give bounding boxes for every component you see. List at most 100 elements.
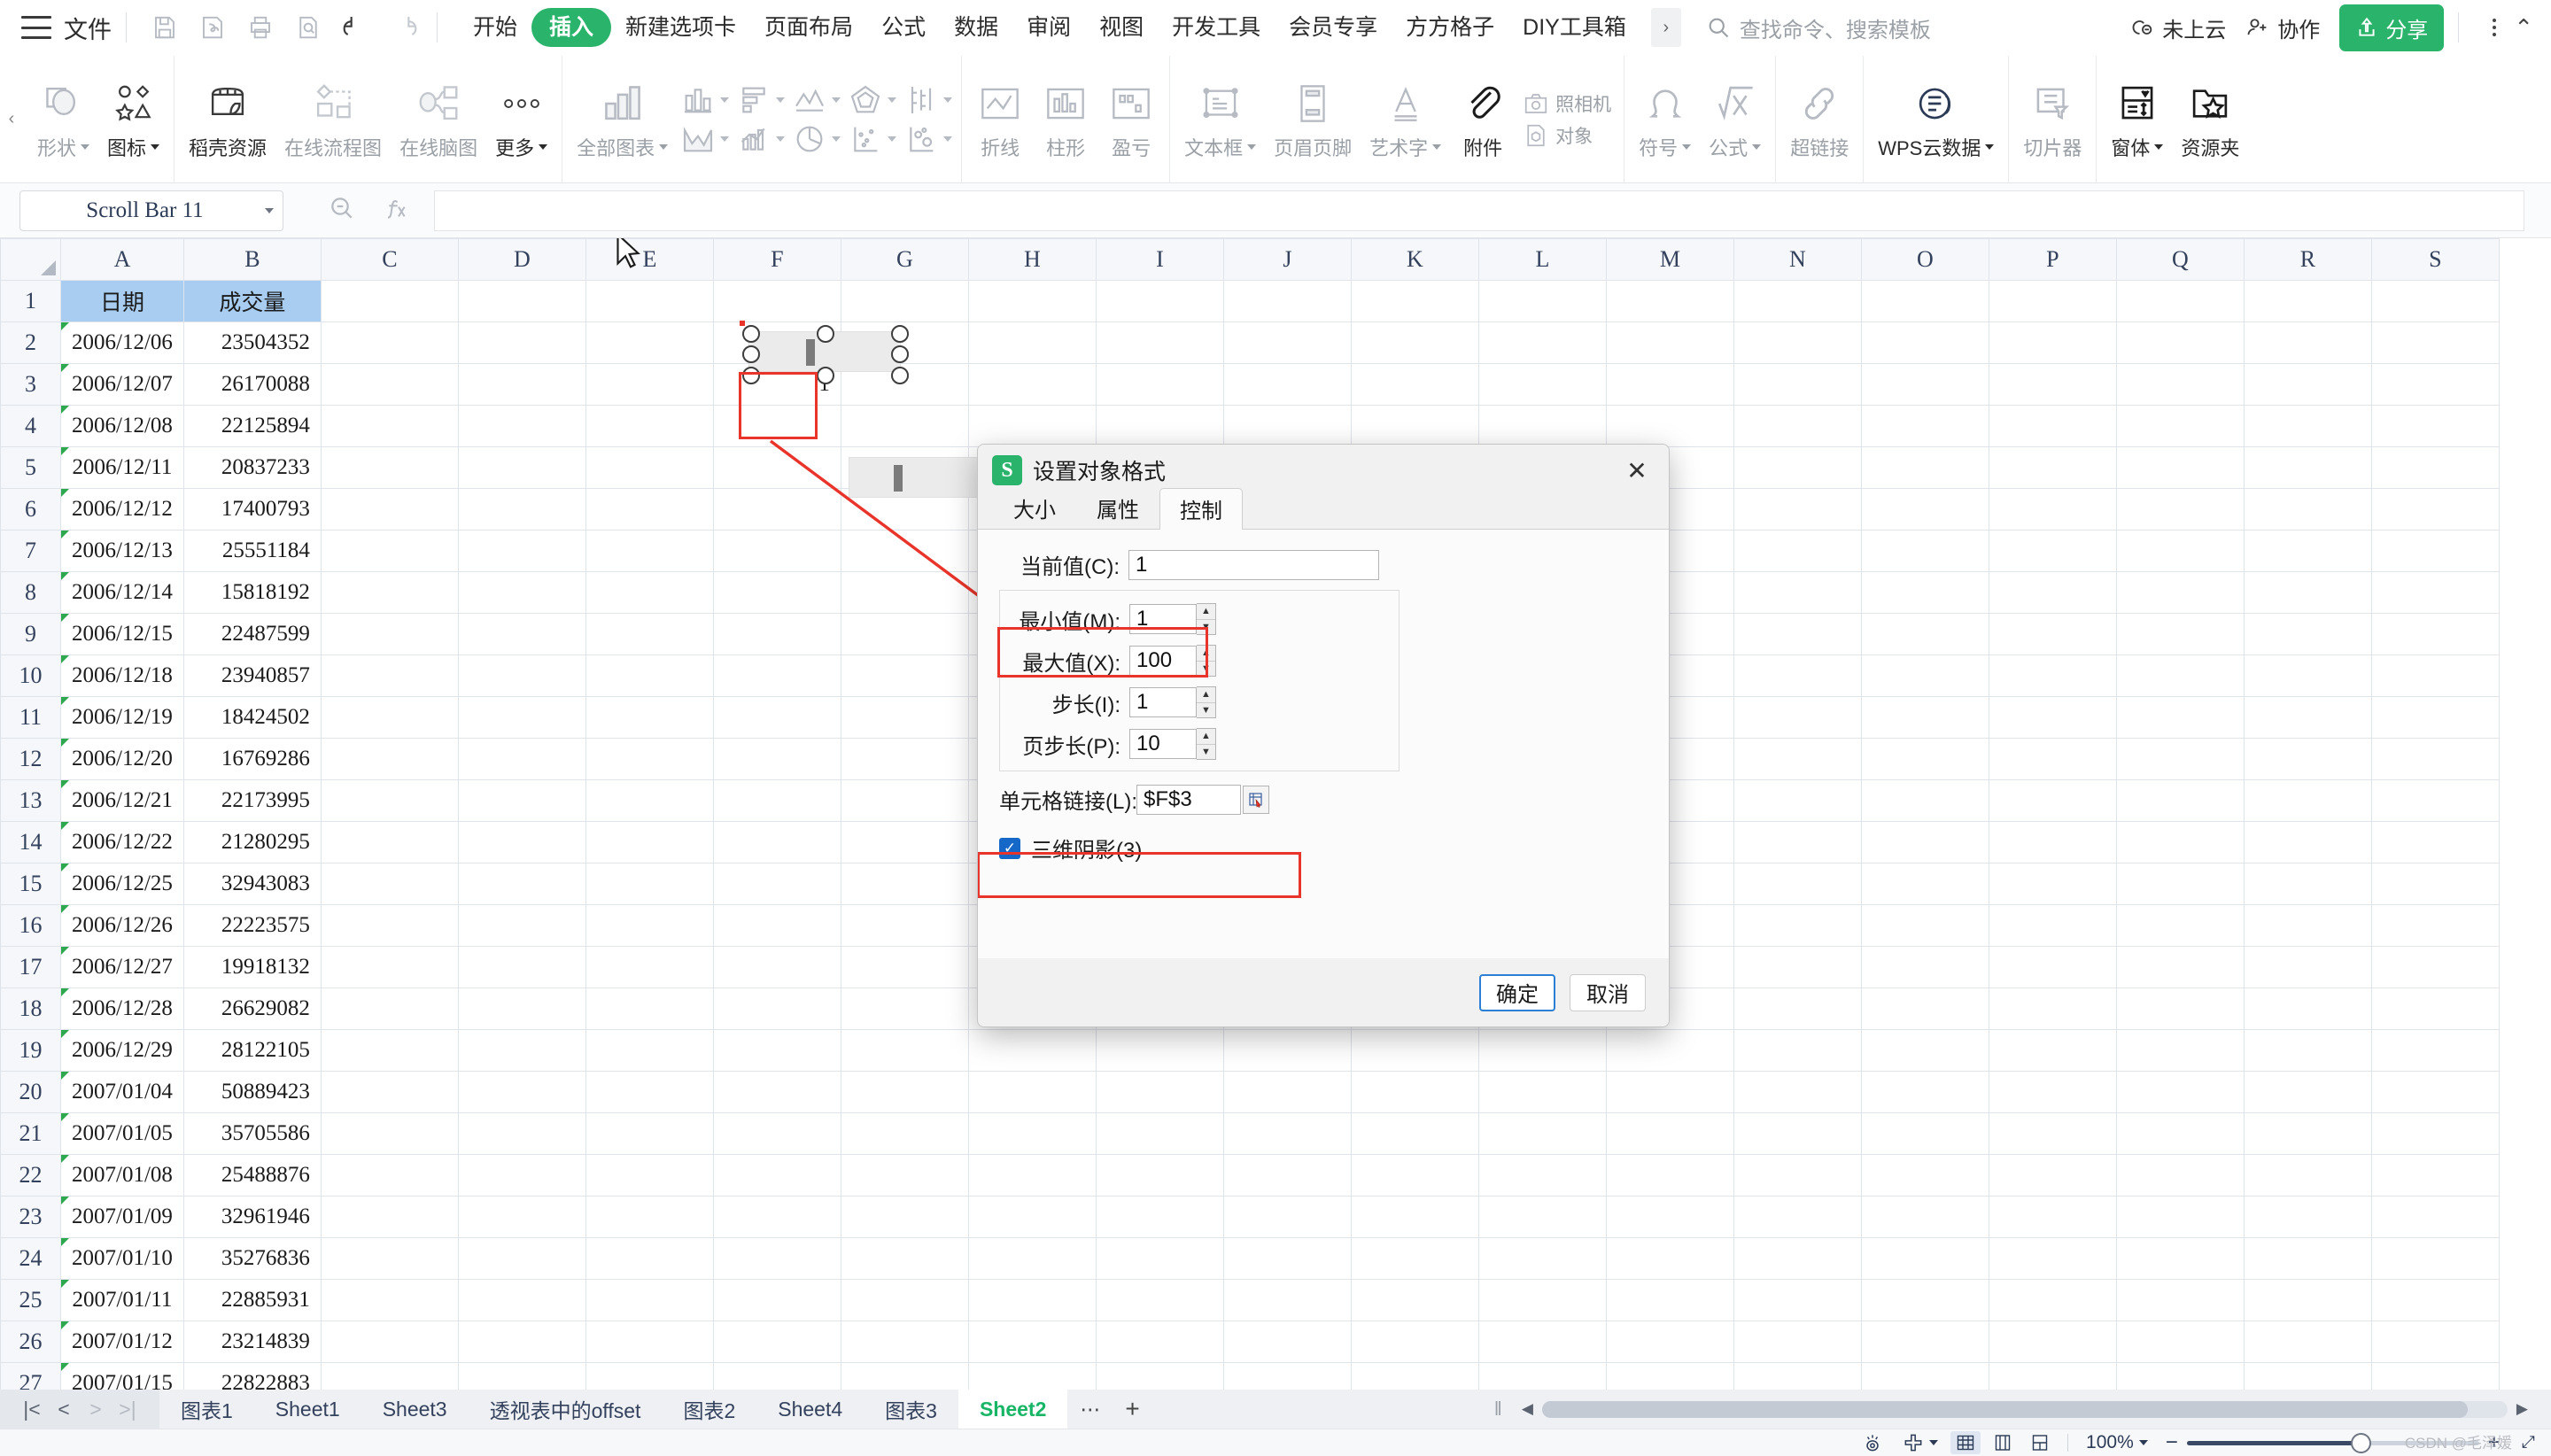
cell-volume[interactable]: 22487599 — [182, 613, 322, 655]
cell-empty[interactable] — [1350, 1154, 1479, 1197]
cell-empty[interactable] — [320, 987, 459, 1030]
cell-empty[interactable] — [2115, 821, 2245, 864]
cell-empty[interactable] — [1222, 1071, 1352, 1113]
cell-empty[interactable] — [1860, 696, 1989, 739]
sheet-tab-sheet2[interactable]: Sheet2 — [958, 1390, 1068, 1429]
cell-empty[interactable] — [712, 613, 841, 655]
cell-empty[interactable] — [2243, 738, 2372, 780]
cell-empty[interactable] — [457, 1112, 586, 1155]
cell-empty[interactable] — [2115, 1279, 2245, 1321]
cell-date[interactable]: 2007/01/15 — [60, 1362, 184, 1390]
cell-empty[interactable] — [1477, 1279, 1607, 1321]
cell-empty[interactable] — [840, 571, 969, 614]
row-header[interactable]: 1 — [0, 280, 61, 322]
cell-empty[interactable] — [585, 321, 714, 364]
cell-empty[interactable] — [2115, 363, 2245, 406]
cell-empty[interactable] — [1860, 1154, 1989, 1197]
cell-empty[interactable] — [840, 1237, 969, 1280]
cell-volume[interactable]: 25551184 — [182, 530, 322, 572]
cell-empty[interactable] — [1095, 405, 1224, 447]
form-controls-button[interactable]: 窗体 — [2102, 73, 2172, 167]
cell-empty[interactable] — [1222, 1237, 1352, 1280]
print-preview-icon[interactable] — [288, 7, 329, 48]
cell-empty[interactable] — [1605, 1196, 1734, 1238]
row-header[interactable]: 16 — [0, 904, 61, 947]
cell-empty[interactable] — [712, 1154, 841, 1197]
cell-empty[interactable] — [585, 613, 714, 655]
cell-volume[interactable]: 20837233 — [182, 446, 322, 489]
sparkline-winloss-button[interactable]: 盈亏 — [1098, 73, 1164, 167]
cell-empty[interactable] — [840, 530, 969, 572]
cell-empty[interactable] — [585, 1237, 714, 1280]
collaborate-button[interactable]: 协作 — [2245, 12, 2320, 43]
row-header[interactable]: 21 — [0, 1112, 61, 1155]
cell-empty[interactable] — [320, 779, 459, 822]
cell-empty[interactable] — [1860, 613, 1989, 655]
cell-empty[interactable] — [1605, 1320, 1734, 1363]
cell-empty[interactable] — [457, 1071, 586, 1113]
symbol-button[interactable]: 符号 — [1630, 73, 1700, 167]
row-header[interactable]: 8 — [0, 571, 61, 614]
cell-empty[interactable] — [1733, 1029, 1862, 1072]
sheet-tab-sheet4[interactable]: Sheet4 — [756, 1390, 864, 1429]
cell-empty[interactable] — [585, 1154, 714, 1197]
cell-date[interactable]: 2006/12/18 — [60, 654, 184, 697]
combo-chart-button[interactable] — [733, 120, 788, 159]
cell-empty[interactable] — [1477, 1362, 1607, 1390]
cell-empty[interactable] — [457, 571, 586, 614]
cell-empty[interactable] — [1988, 654, 2117, 697]
cell-empty[interactable] — [1733, 821, 1862, 864]
cell-empty[interactable] — [967, 1112, 1097, 1155]
cell-empty[interactable] — [1222, 1154, 1352, 1197]
cell-date[interactable]: 2006/12/20 — [60, 738, 184, 780]
zoom-slider-knob[interactable] — [2350, 1432, 2371, 1453]
cell-empty[interactable] — [1733, 321, 1862, 364]
cell-empty[interactable] — [2243, 405, 2372, 447]
cell-empty[interactable] — [585, 863, 714, 905]
cell-empty[interactable] — [1095, 1029, 1224, 1072]
cell-empty[interactable] — [1733, 696, 1862, 739]
column-header-Q[interactable]: Q — [2115, 238, 2245, 281]
cell-empty[interactable] — [1350, 1237, 1479, 1280]
cell-empty[interactable] — [1477, 1071, 1607, 1113]
cell-date[interactable]: 2006/12/28 — [60, 987, 184, 1030]
cell-empty[interactable] — [2243, 1237, 2372, 1280]
cell-empty[interactable] — [457, 1154, 586, 1197]
cell-empty[interactable] — [2243, 280, 2372, 322]
zoom-out-button[interactable]: − — [2157, 1430, 2187, 1455]
cell-empty[interactable] — [2370, 863, 2500, 905]
cell-empty[interactable] — [1988, 904, 2117, 947]
cell-date[interactable]: 2006/12/06 — [60, 321, 184, 364]
cell-empty[interactable] — [2370, 1029, 2500, 1072]
cell-empty[interactable] — [1988, 738, 2117, 780]
resize-handle-bottom-left[interactable] — [742, 367, 760, 384]
cell-empty[interactable] — [1477, 321, 1607, 364]
column-header-F[interactable]: F — [712, 238, 841, 281]
more-options-icon[interactable] — [2493, 17, 2497, 38]
cell-empty[interactable] — [2370, 405, 2500, 447]
cell-empty[interactable] — [320, 1029, 459, 1072]
increment-stepper[interactable]: ▲ ▼ — [1197, 686, 1216, 718]
cell-empty[interactable] — [1733, 280, 1862, 322]
cell-empty[interactable] — [840, 654, 969, 697]
cell-empty[interactable] — [1733, 654, 1862, 697]
cell-date[interactable]: 2006/12/13 — [60, 530, 184, 572]
cell-empty[interactable] — [840, 863, 969, 905]
cell-empty[interactable] — [1988, 1071, 2117, 1113]
cell-empty[interactable] — [1350, 1279, 1479, 1321]
stepper-up-icon[interactable]: ▲ — [1197, 729, 1215, 745]
cell-empty[interactable] — [585, 946, 714, 988]
cell-empty[interactable] — [457, 1237, 586, 1280]
cell-empty[interactable] — [1733, 613, 1862, 655]
cell-empty[interactable] — [1605, 1071, 1734, 1113]
cell-empty[interactable] — [712, 654, 841, 697]
cell-empty[interactable] — [1477, 1320, 1607, 1363]
cell-empty[interactable] — [840, 904, 969, 947]
cell-empty[interactable] — [712, 530, 841, 572]
cell-empty[interactable] — [712, 1237, 841, 1280]
cell-empty[interactable] — [840, 1029, 969, 1072]
column-header-K[interactable]: K — [1350, 238, 1479, 281]
cell-empty[interactable] — [1477, 1196, 1607, 1238]
cell-empty[interactable] — [2370, 738, 2500, 780]
cell-empty[interactable] — [320, 363, 459, 406]
